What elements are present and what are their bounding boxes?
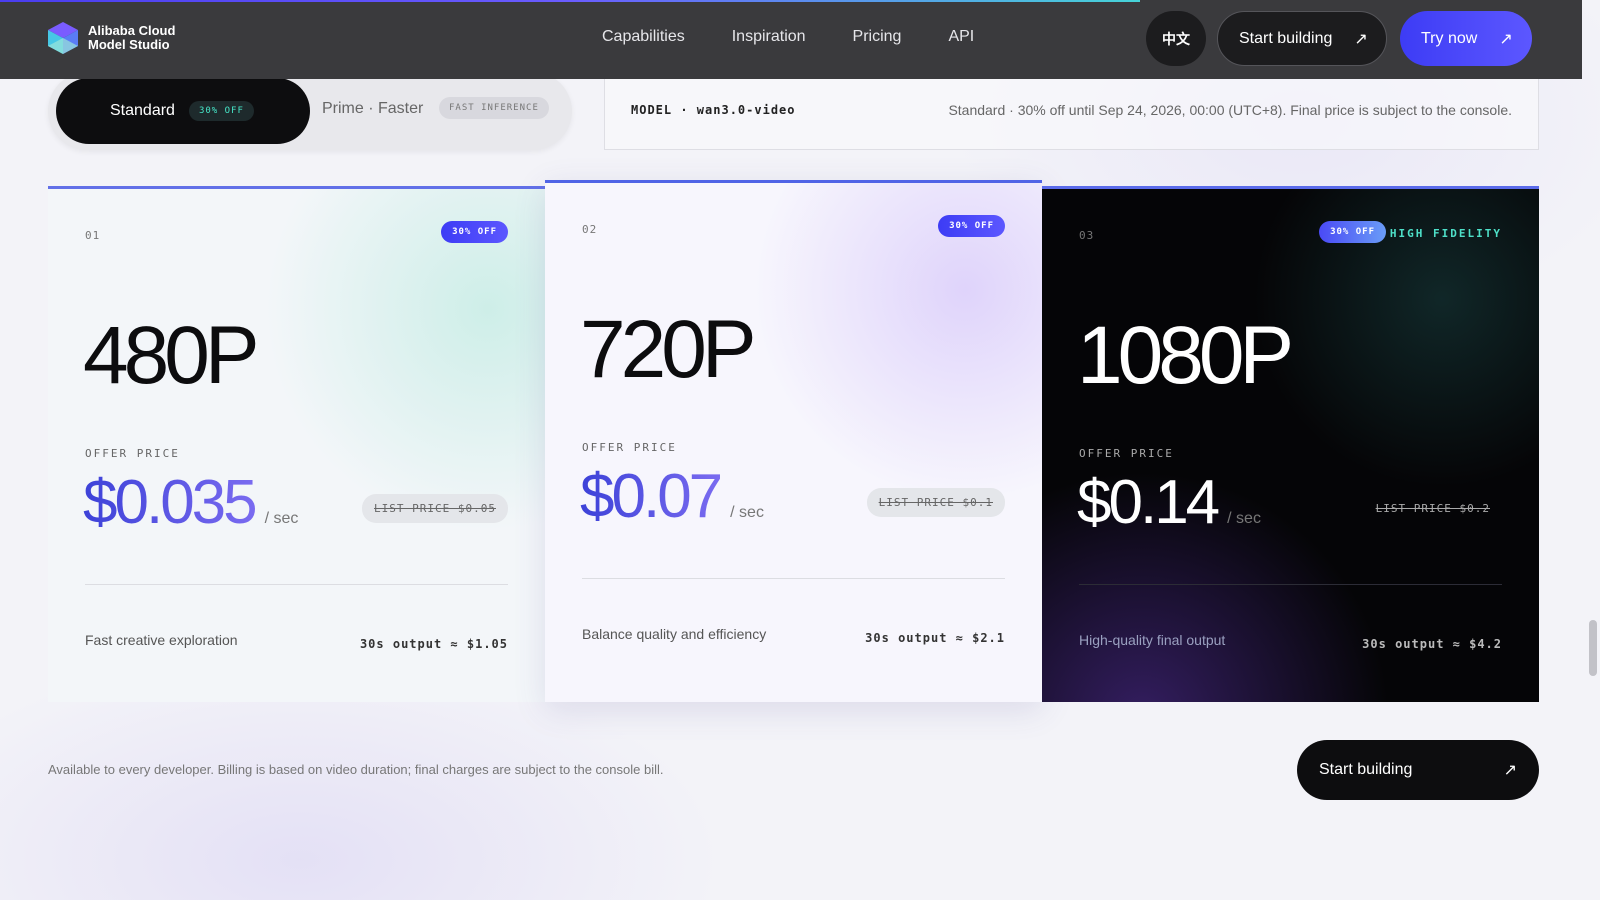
output-estimate: 30s output ≈ $4.2 bbox=[1362, 637, 1502, 651]
offer-price: $0.14 bbox=[1077, 468, 1220, 537]
card-description: Fast creative exploration bbox=[85, 632, 238, 648]
nav-link-capabilities[interactable]: Capabilities bbox=[602, 28, 685, 46]
nav-link-pricing[interactable]: Pricing bbox=[853, 28, 902, 46]
offer-price-label: OFFER PRICE bbox=[582, 441, 677, 454]
brand-name: Alibaba Cloud Model Studio bbox=[88, 24, 175, 52]
nav-links: Capabilities Inspiration Pricing API bbox=[602, 28, 1021, 46]
resolution-title: 1080P bbox=[1077, 310, 1294, 401]
resolution-title: 720P bbox=[580, 304, 757, 395]
model-info-bar: MODEL · wan3.0-video Standard · 30% off … bbox=[604, 72, 1539, 150]
divider bbox=[582, 578, 1005, 579]
nav-link-inspiration[interactable]: Inspiration bbox=[732, 28, 806, 46]
try-now-button[interactable]: Try now ↗ bbox=[1400, 11, 1532, 66]
start-building-cta-button[interactable]: Start building ↗ bbox=[1297, 740, 1539, 800]
start-building-label: Start building bbox=[1239, 29, 1333, 47]
list-price: LIST PRICE $0.2 bbox=[1375, 502, 1490, 515]
card-number: 01 bbox=[85, 229, 101, 242]
card-description: Balance quality and efficiency bbox=[582, 626, 767, 642]
arrow-up-right-icon: ↗ bbox=[1354, 30, 1368, 48]
output-estimate: 30s output ≈ $2.1 bbox=[865, 631, 1005, 645]
list-price: LIST PRICE $0.05 bbox=[362, 494, 508, 523]
start-building-cta-label: Start building bbox=[1319, 761, 1413, 778]
price-unit: / sec bbox=[1227, 510, 1261, 527]
high-fidelity-label: HIGH FIDELITY bbox=[1389, 227, 1502, 240]
output-estimate: 30s output ≈ $1.05 bbox=[359, 637, 508, 651]
promo-note: Standard · 30% off until Sep 24, 2026, 0… bbox=[948, 102, 1512, 118]
arrow-up-right-icon: ↗ bbox=[1499, 30, 1513, 48]
language-toggle-button[interactable]: 中文 bbox=[1146, 11, 1206, 66]
brand-logo[interactable]: Alibaba Cloud Model Studio bbox=[46, 20, 175, 56]
card-number: 02 bbox=[582, 223, 598, 236]
scroll-progress-bar bbox=[0, 0, 1140, 2]
card-description: High-quality final output bbox=[1079, 632, 1226, 648]
fast-inference-badge: FAST INFERENCE bbox=[439, 97, 549, 119]
start-building-button[interactable]: Start building ↗ bbox=[1217, 11, 1387, 66]
resolution-title: 480P bbox=[83, 310, 260, 401]
nav-link-api[interactable]: API bbox=[948, 28, 974, 46]
price-unit: / sec bbox=[264, 510, 299, 527]
offer-price: $0.07 bbox=[580, 462, 723, 531]
model-label: MODEL · wan3.0-video bbox=[631, 103, 796, 117]
billing-note: Available to every developer. Billing is… bbox=[48, 762, 664, 777]
pricing-card-1080p[interactable]: 03 30% OFF HIGH FIDELITY 1080P OFFER PRI… bbox=[1042, 186, 1539, 702]
try-now-label: Try now bbox=[1421, 29, 1478, 47]
offer-price: $0.035 bbox=[83, 468, 258, 537]
card-number: 03 bbox=[1079, 229, 1095, 242]
discount-badge: 30% OFF bbox=[188, 101, 254, 121]
prime-plan-tab[interactable]: Prime · Faster bbox=[322, 100, 423, 118]
price-unit: / sec bbox=[730, 504, 764, 521]
pricing-card-720p[interactable]: 02 30% OFF 720P OFFER PRICE $0.07 / sec … bbox=[545, 180, 1042, 702]
discount-badge: 30% OFF bbox=[1319, 221, 1386, 243]
discount-badge: 30% OFF bbox=[441, 221, 508, 243]
list-price: LIST PRICE $0.1 bbox=[866, 488, 1005, 517]
page-scrollbar-thumb[interactable] bbox=[1589, 620, 1597, 676]
brand-line-2: Model Studio bbox=[88, 37, 170, 52]
divider bbox=[85, 584, 508, 585]
pricing-card-480p[interactable]: 01 30% OFF 480P OFFER PRICE $0.035 / sec… bbox=[48, 186, 545, 702]
offer-price-label: OFFER PRICE bbox=[1079, 447, 1174, 460]
divider bbox=[1079, 584, 1502, 585]
top-navbar: Alibaba Cloud Model Studio Capabilities … bbox=[0, 0, 1582, 79]
model-studio-logo-icon bbox=[46, 20, 80, 56]
offer-price-label: OFFER PRICE bbox=[85, 447, 180, 460]
arrow-up-right-icon: ↗ bbox=[1503, 762, 1517, 779]
standard-plan-label: Standard bbox=[110, 102, 175, 119]
discount-badge: 30% OFF bbox=[938, 215, 1005, 237]
standard-plan-tab[interactable]: Standard 30% OFF bbox=[56, 78, 310, 144]
brand-line-1: Alibaba Cloud bbox=[88, 23, 176, 38]
plan-toggle: Standard 30% OFF Prime · Faster FAST INF… bbox=[48, 72, 572, 150]
